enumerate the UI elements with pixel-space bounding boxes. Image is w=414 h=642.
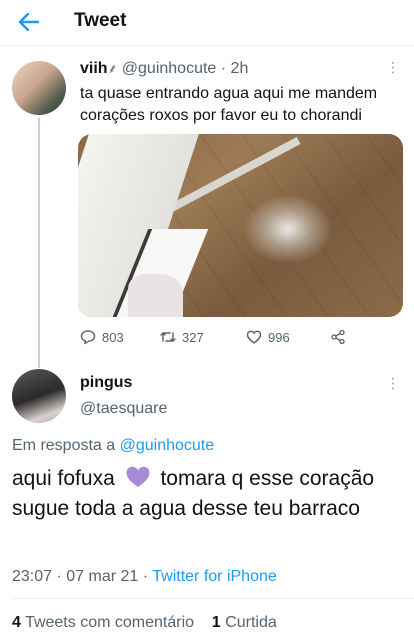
top-bar: Tweet <box>0 0 414 46</box>
share-button[interactable] <box>330 327 346 347</box>
display-name[interactable]: pingus <box>80 374 132 392</box>
like-count: 996 <box>268 329 290 345</box>
share-icon <box>331 329 345 345</box>
replying-to: Em resposta a @guinhocute <box>12 437 214 455</box>
avatar[interactable] <box>12 369 66 423</box>
reply-button[interactable]: 803 <box>80 327 124 347</box>
like-button[interactable]: 996 <box>246 327 290 347</box>
tweet-time[interactable]: 23:07 <box>12 568 52 585</box>
tweet-date[interactable]: 07 mar 21 <box>66 568 138 585</box>
retweet-icon <box>160 332 176 342</box>
arrow-left-icon <box>19 13 39 31</box>
more-options-icon[interactable]: ⋮ <box>386 375 400 392</box>
tweet-text-part: aqui fofuxa <box>12 467 115 490</box>
replying-label: Em resposta a <box>12 437 116 454</box>
quote-label: Tweets com comentário <box>25 614 195 631</box>
back-button[interactable] <box>14 8 44 36</box>
quote-count: 4 <box>12 614 21 631</box>
tweet-photo[interactable] <box>78 134 403 317</box>
tweet-header: viih⸙ @guinhocute · 2h <box>80 60 249 77</box>
tweet-text: ta quase entrando agua aqui me mandem co… <box>80 85 378 124</box>
reply-count: 803 <box>102 329 124 345</box>
name-glyph: ⸙ <box>107 61 118 76</box>
purple-heart-icon <box>126 466 150 487</box>
tweet-text: aqui fofuxa tomara q esse coração sugue … <box>12 464 407 524</box>
user-handle[interactable]: @taesquare <box>80 400 167 418</box>
page-title: Tweet <box>74 10 127 31</box>
display-name[interactable]: viih <box>80 60 108 77</box>
like-label: Curtida <box>225 614 277 631</box>
reply-icon <box>80 330 96 345</box>
retweet-count: 327 <box>182 329 204 345</box>
likes-stat[interactable]: 1 Curtida <box>212 614 277 631</box>
divider <box>12 598 414 599</box>
replying-to-handle[interactable]: @guinhocute <box>120 437 215 454</box>
heart-icon <box>246 330 262 344</box>
tweet-actions: 803 327 996 <box>80 327 380 347</box>
thread-connector <box>38 118 40 368</box>
quote-tweets-stat[interactable]: 4 Tweets com comentário <box>12 614 194 631</box>
user-handle[interactable]: @guinhocute <box>122 60 217 77</box>
tweet-stats: 4 Tweets com comentário 1 Curtida <box>12 614 277 632</box>
tweet-metadata: 23:07 · 07 mar 21 · Twitter for iPhone <box>12 568 277 585</box>
like-count: 1 <box>211 614 221 631</box>
retweet-button[interactable]: 327 <box>160 327 204 347</box>
more-options-icon[interactable]: ⋮ <box>386 59 400 76</box>
tweet-time[interactable]: 2h <box>231 60 249 77</box>
tweet-source[interactable]: Twitter for iPhone <box>152 568 277 585</box>
avatar[interactable] <box>12 61 66 115</box>
